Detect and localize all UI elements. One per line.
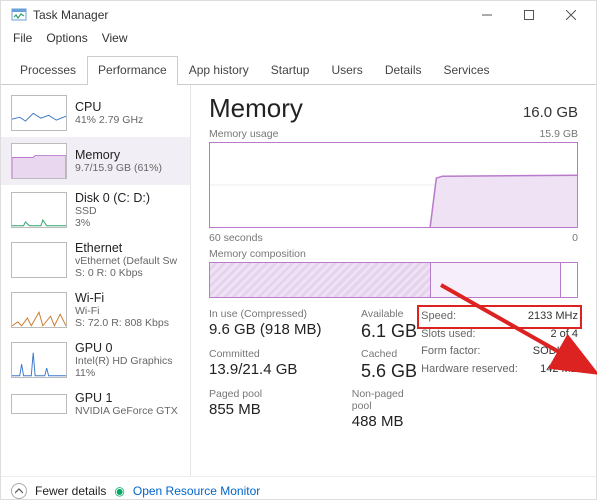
- sidebar-item-label: Memory: [75, 148, 162, 162]
- tab-processes[interactable]: Processes: [9, 56, 87, 85]
- disk-thumb: [11, 192, 67, 228]
- x-left-label: 60 seconds: [209, 232, 263, 244]
- sidebar-item-memory[interactable]: Memory9.7/15.9 GB (61%): [1, 137, 190, 185]
- titlebar: Task Manager: [1, 1, 596, 29]
- tab-services[interactable]: Services: [433, 56, 501, 85]
- sidebar-item-ethernet[interactable]: EthernetvEthernet (Default SwS: 0 R: 0 K…: [1, 235, 190, 285]
- page-title: Memory: [209, 93, 303, 124]
- tabstrip: Processes Performance App history Startu…: [1, 49, 596, 85]
- hwres-value: 142 MB: [540, 361, 578, 379]
- gpu0-thumb: [11, 342, 67, 378]
- usage-max-label: 15.9 GB: [539, 128, 578, 140]
- window-title: Task Manager: [33, 8, 466, 22]
- nonpaged-label: Non-paged pool: [352, 388, 421, 412]
- inuse-value: 9.6 GB (918 MB): [209, 321, 339, 338]
- tab-startup[interactable]: Startup: [260, 56, 321, 85]
- ethernet-thumb: [11, 242, 67, 278]
- sidebar-item-label: Wi-Fi: [75, 291, 169, 305]
- slots-value: 2 of 4: [550, 326, 578, 344]
- tab-users[interactable]: Users: [320, 56, 373, 85]
- comp-inuse: [210, 263, 431, 297]
- paged-label: Paged pool: [209, 388, 330, 400]
- open-resource-monitor-link[interactable]: Open Resource Monitor: [133, 484, 260, 498]
- usage-label: Memory usage: [209, 128, 278, 140]
- close-button[interactable]: [550, 1, 592, 29]
- sidebar-item-cpu[interactable]: CPU41% 2.79 GHz: [1, 89, 190, 137]
- fewer-details-link[interactable]: Fewer details: [35, 484, 106, 498]
- sidebar-item-disk0[interactable]: Disk 0 (C: D:)SSD3%: [1, 185, 190, 235]
- menu-file[interactable]: File: [7, 29, 38, 49]
- paged-value: 855 MB: [209, 401, 330, 418]
- resource-monitor-icon: ◉: [114, 484, 124, 498]
- sidebar-item-label: CPU: [75, 100, 143, 114]
- menu-view[interactable]: View: [96, 29, 134, 49]
- form-value: SODIMM: [533, 343, 578, 361]
- hwres-key: Hardware reserved:: [421, 361, 518, 379]
- memory-usage-chart: [209, 142, 578, 228]
- inuse-label: In use (Compressed): [209, 308, 339, 320]
- speed-key: Speed:: [421, 308, 456, 326]
- committed-value: 13.9/21.4 GB: [209, 361, 339, 378]
- sidebar-item-label: GPU 1: [75, 391, 178, 405]
- main-panel: Memory 16.0 GB Memory usage 15.9 GB 60 s…: [191, 85, 596, 476]
- form-key: Form factor:: [421, 343, 480, 361]
- wifi-thumb: [11, 292, 67, 328]
- maximize-button[interactable]: [508, 1, 550, 29]
- memory-total: 16.0 GB: [523, 104, 578, 121]
- tab-app-history[interactable]: App history: [178, 56, 260, 85]
- menubar: File Options View: [1, 29, 596, 49]
- speed-value: 2133 MHz: [528, 308, 578, 326]
- comp-cached: [431, 263, 561, 297]
- gpu1-thumb: [11, 394, 67, 414]
- sidebar-item-wifi[interactable]: Wi-FiWi-FiS: 72.0 R: 808 Kbps: [1, 285, 190, 335]
- minimize-button[interactable]: [466, 1, 508, 29]
- memory-composition-chart: [209, 262, 578, 298]
- sidebar-item-label: Ethernet: [75, 241, 177, 255]
- menu-options[interactable]: Options: [40, 29, 93, 49]
- chevron-up-icon[interactable]: [11, 483, 27, 499]
- composition-label: Memory composition: [209, 248, 578, 260]
- memory-thumb: [11, 143, 67, 179]
- committed-label: Committed: [209, 348, 339, 360]
- cpu-thumb: [11, 95, 67, 131]
- cached-label: Cached: [361, 348, 417, 360]
- tab-details[interactable]: Details: [374, 56, 433, 85]
- comp-free: [561, 263, 577, 297]
- tab-performance[interactable]: Performance: [87, 56, 178, 85]
- available-label: Available: [361, 308, 417, 320]
- sidebar-item-gpu1[interactable]: GPU 1NVIDIA GeForce GTX: [1, 385, 190, 423]
- app-icon: [11, 7, 27, 23]
- sidebar-item-label: GPU 0: [75, 341, 172, 355]
- x-right-label: 0: [572, 232, 578, 244]
- cached-value: 5.6 GB: [361, 361, 417, 382]
- sidebar: CPU41% 2.79 GHz Memory9.7/15.9 GB (61%) …: [1, 85, 191, 476]
- nonpaged-value: 488 MB: [352, 413, 421, 430]
- sidebar-item-label: Disk 0 (C: D:): [75, 191, 150, 205]
- sidebar-item-gpu0[interactable]: GPU 0Intel(R) HD Graphics11%: [1, 335, 190, 385]
- slots-key: Slots used:: [421, 326, 475, 344]
- available-value: 6.1 GB: [361, 321, 417, 342]
- footer: Fewer details ◉ Open Resource Monitor: [1, 476, 596, 500]
